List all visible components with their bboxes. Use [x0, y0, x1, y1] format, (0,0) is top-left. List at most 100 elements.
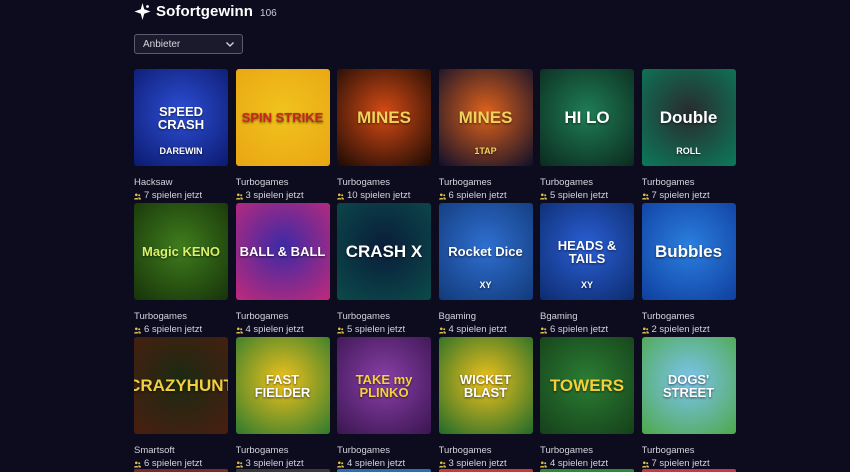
- players-online: 7 spielen jetzt: [641, 190, 736, 202]
- players-icon: [337, 193, 344, 199]
- game-thumbnail[interactable]: WICKET BLAST: [438, 337, 533, 434]
- game-title: HEADS & TAILS: [557, 237, 617, 266]
- players-online: 6 spielen jetzt: [438, 190, 533, 202]
- players-icon: [235, 461, 243, 467]
- players-icon: [438, 193, 446, 199]
- game-card[interactable]: TOWERS Turbogames 4 spielen jetzt: [540, 337, 634, 471]
- players-count: 5 spielen jetzt: [550, 190, 609, 201]
- players-count: 4 spielen jetzt: [245, 324, 304, 335]
- game-provider: Turbogames: [337, 311, 390, 322]
- players-online: 4 spielen jetzt: [438, 324, 533, 336]
- players-icon: [641, 461, 649, 467]
- game-thumbnail[interactable]: BALL & BALL: [235, 203, 330, 300]
- game-card[interactable]: HEADS & TAILS XY Bgaming 6 spielen jetzt: [540, 203, 634, 337]
- game-card[interactable]: HI LO Turbogames 5 spielen jetzt: [540, 69, 634, 203]
- game-thumbnail[interactable]: DOGS' STREET: [641, 337, 736, 434]
- provider-filter-dropdown[interactable]: Anbieter: [134, 34, 243, 54]
- game-title: FAST FIELDER: [254, 371, 311, 400]
- game-provider: Turbogames: [641, 311, 695, 322]
- game-card[interactable]: SPEED CRASH DAREWIN Hacksaw 7 spielen jetzt: [134, 69, 228, 203]
- game-card[interactable]: MINES Turbogames 10 spielen jetzt: [337, 69, 431, 203]
- game-provider: Smartsoft: [134, 445, 175, 456]
- game-title: DOGS' STREET: [662, 371, 715, 400]
- players-count: 5 spielen jetzt: [347, 324, 406, 335]
- players-icon: [235, 193, 243, 199]
- game-card[interactable]: CRAZYHUNTSmartsoft6 spielen jetzt: [134, 337, 228, 471]
- game-card[interactable]: Double ROLL Turbogames 7 spielen jetzt: [641, 69, 736, 203]
- players-online: 5 spielen jetzt: [337, 324, 431, 336]
- chevron-down-icon: [226, 42, 234, 47]
- game-thumbnail[interactable]: TOWERS: [540, 337, 634, 434]
- game-subtitle: DAREWIN: [159, 146, 203, 156]
- players-count: 6 spielen jetzt: [144, 324, 203, 335]
- game-title: HI LO: [564, 108, 610, 127]
- game-provider: Bgaming: [540, 311, 578, 322]
- game-thumbnail[interactable]: HEADS & TAILS XY: [540, 203, 634, 300]
- game-thumbnail[interactable]: Bubbles: [641, 203, 736, 300]
- game-title: BALL & BALL: [239, 244, 326, 259]
- game-thumbnail[interactable]: SPEED CRASH DAREWIN: [134, 69, 228, 166]
- game-thumbnail[interactable]: Double ROLL: [641, 69, 736, 166]
- game-title: Rocket Dice: [448, 244, 523, 259]
- players-online: 4 spielen jetzt: [235, 324, 330, 336]
- game-title: CRAZYHUNT: [134, 376, 228, 395]
- players-icon: [134, 461, 141, 467]
- players-icon: [337, 327, 344, 333]
- game-title: Bubbles: [654, 242, 723, 261]
- game-title: CRASH X: [345, 242, 423, 261]
- game-card[interactable]: TAKE my PLINKO Turbogames 4 spielen jetzt: [337, 337, 431, 471]
- players-online: 2 spielen jetzt: [641, 324, 736, 336]
- game-card[interactable]: Rocket Dice XY Bgaming 4 spielen jetzt: [438, 203, 533, 337]
- game-provider: Turbogames: [337, 445, 390, 456]
- game-thumbnail[interactable]: TAKE my PLINKO: [337, 337, 431, 434]
- game-thumbnail[interactable]: CRASH X: [337, 203, 431, 300]
- game-subtitle: XY: [479, 280, 492, 290]
- game-card[interactable]: DOGS' STREET Turbogames 7 spielen jetzt: [641, 337, 736, 471]
- game-thumbnail[interactable]: HI LO: [540, 69, 634, 166]
- players-icon: [134, 327, 141, 333]
- game-provider: Turbogames: [540, 177, 593, 188]
- game-provider: Turbogames: [235, 177, 289, 188]
- game-card[interactable]: CRASH X Turbogames 5 spielen jetzt: [337, 203, 431, 337]
- filter-label: Anbieter: [143, 38, 181, 50]
- players-icon: [337, 461, 344, 467]
- game-thumbnail[interactable]: Rocket Dice XY: [438, 203, 533, 300]
- game-provider: Turbogames: [641, 445, 695, 456]
- game-thumbnail[interactable]: MINES: [337, 69, 431, 166]
- players-online: 6 spielen jetzt: [134, 324, 228, 336]
- game-title: TOWERS: [549, 376, 625, 395]
- game-thumbnail[interactable]: MINES 1TAP: [438, 69, 533, 166]
- players-icon: [235, 327, 243, 333]
- page-header: Sofortgewinn 106: [134, 3, 277, 20]
- game-subtitle: 1TAP: [474, 146, 497, 156]
- game-title: MINES: [458, 108, 513, 127]
- players-online: 3 spielen jetzt: [235, 190, 330, 202]
- players-icon: [438, 461, 446, 467]
- game-card[interactable]: FAST FIELDER Turbogames 3 spielen jetzt: [235, 337, 330, 471]
- game-title: TAKE my PLINKO: [355, 371, 413, 400]
- page-title: Sofortgewinn: [156, 3, 254, 20]
- game-thumbnail[interactable]: Magic KENO: [134, 203, 228, 300]
- game-card[interactable]: BALL & BALL Turbogames 4 spielen jetzt: [235, 203, 330, 337]
- game-thumbnail[interactable]: CRAZYHUNT: [134, 337, 228, 434]
- game-card[interactable]: Magic KENO Turbogames 6 spielen jetzt: [134, 203, 228, 337]
- players-icon: [540, 193, 547, 199]
- players-icon: [540, 327, 547, 333]
- game-thumbnail[interactable]: SPIN STRIKE: [235, 69, 330, 166]
- game-card[interactable]: MINES 1TAP Turbogames 6 spielen jetzt: [438, 69, 533, 203]
- game-count: 106: [260, 8, 277, 19]
- game-title: MINES: [357, 108, 411, 127]
- game-subtitle: XY: [580, 280, 593, 290]
- game-provider: Bgaming: [438, 311, 477, 322]
- game-title: SPIN STRIKE: [241, 110, 324, 125]
- players-online: 7 spielen jetzt: [134, 190, 228, 202]
- game-card[interactable]: WICKET BLAST Turbogames 3 spielen jetzt: [438, 337, 533, 471]
- game-card[interactable]: SPIN STRIKE Turbogames 3 spielen jetzt: [235, 69, 330, 203]
- game-provider: Turbogames: [438, 445, 492, 456]
- game-provider: Turbogames: [438, 177, 492, 188]
- game-subtitle: ROLL: [676, 146, 701, 156]
- game-title: SPEED CRASH: [157, 103, 205, 132]
- game-card[interactable]: Bubbles Turbogames 2 spielen jetzt: [641, 203, 736, 337]
- game-thumbnail[interactable]: FAST FIELDER: [235, 337, 330, 434]
- players-count: 7 spielen jetzt: [144, 190, 203, 201]
